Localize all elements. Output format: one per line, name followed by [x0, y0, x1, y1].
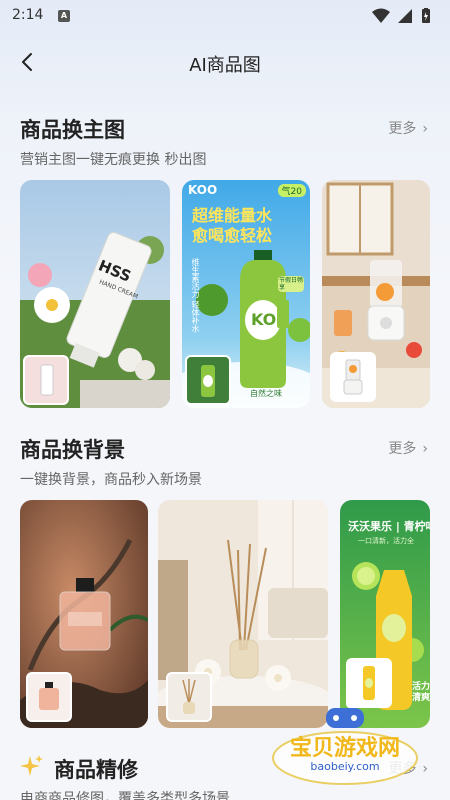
signal-icon — [398, 9, 412, 23]
juice-headline: 沃沃果乐 | 青柠啤 — [348, 520, 430, 533]
battery-icon — [422, 8, 430, 23]
more-button[interactable]: 更多 › — [388, 438, 428, 458]
product-thumbnail — [185, 355, 231, 405]
chevron-right-icon: › — [422, 761, 428, 777]
site-watermark: 宝贝游戏网 baobeiy.com — [270, 708, 420, 786]
more-label: 更多 — [388, 121, 417, 137]
chevron-right-icon: › — [422, 121, 428, 137]
example-card-perfume[interactable] — [20, 500, 148, 728]
watermark-title: 宝贝游戏网 — [289, 736, 400, 761]
nav-bar: AI商品图 — [0, 40, 450, 84]
product-thumbnail — [26, 672, 72, 722]
example-card-koo-drink[interactable]: KOO 气20 超维能量水 愈喝愈轻松 维生素活力 轻体补水 KO 节假日畅享 … — [182, 180, 310, 408]
watermark-url: baobeiy.com — [310, 760, 380, 773]
section-title: 商品换主图 — [20, 118, 125, 142]
example-card-blender[interactable] — [322, 180, 430, 408]
juice-subline: 一口清新，活力全 — [358, 537, 414, 545]
status-time: 2:14 — [12, 7, 44, 23]
example-card-diffuser[interactable] — [158, 500, 328, 728]
product-thumbnail — [23, 355, 69, 405]
koo-side-text: 维生素活力 轻体补水 — [191, 258, 200, 333]
koo-tag: 节假日畅享 — [278, 276, 304, 292]
more-label: 更多 — [388, 441, 417, 457]
gamepad-icon — [326, 708, 364, 728]
section-background: 商品换背景 更多 › 一键换背景，商品秒入新场景 沃沃果乐 | 青柠啤 一口清新… — [0, 432, 450, 732]
example-card-hand-cream[interactable]: HSS HAND CREAM — [20, 180, 170, 408]
product-thumbnail — [346, 658, 392, 708]
koo-brand: KOO — [188, 183, 218, 197]
section-subtitle: 一键换背景，商品秒入新场景 — [20, 472, 202, 488]
app-notification-icon: A — [58, 10, 70, 22]
section-subtitle: 营销主图一键无痕更换 秒出图 — [20, 152, 207, 168]
chevron-right-icon: › — [422, 441, 428, 457]
section-title: 商品换背景 — [20, 438, 125, 462]
wifi-icon — [372, 8, 390, 23]
status-bar: 2:14 A — [0, 0, 450, 32]
koo-bottom-text: 自然之味 — [250, 389, 282, 398]
product-thumbnail — [330, 352, 376, 402]
koo-bottle-label: KO — [251, 310, 277, 329]
more-button[interactable]: 更多 › — [388, 118, 428, 138]
product-thumbnail — [166, 672, 212, 722]
section-subtitle: 电商商品修图，覆盖多类型多场景 — [20, 791, 230, 800]
page-title: AI商品图 — [189, 55, 261, 76]
sparkle-icon — [20, 754, 44, 782]
koo-headline-2: 愈喝愈轻松 — [192, 226, 273, 245]
koo-badge: 气20 — [277, 184, 306, 197]
section-title: 商品精修 — [54, 758, 138, 782]
juice-side-text: 活力清爽 — [412, 682, 430, 703]
section-main-image: 商品换主图 更多 › 营销主图一键无痕更换 秒出图 HSS HAND CREAM — [0, 112, 450, 412]
status-icons — [368, 8, 438, 28]
example-card-lime-drink[interactable]: 沃沃果乐 | 青柠啤 一口清新，活力全 活力清爽 — [340, 500, 430, 728]
